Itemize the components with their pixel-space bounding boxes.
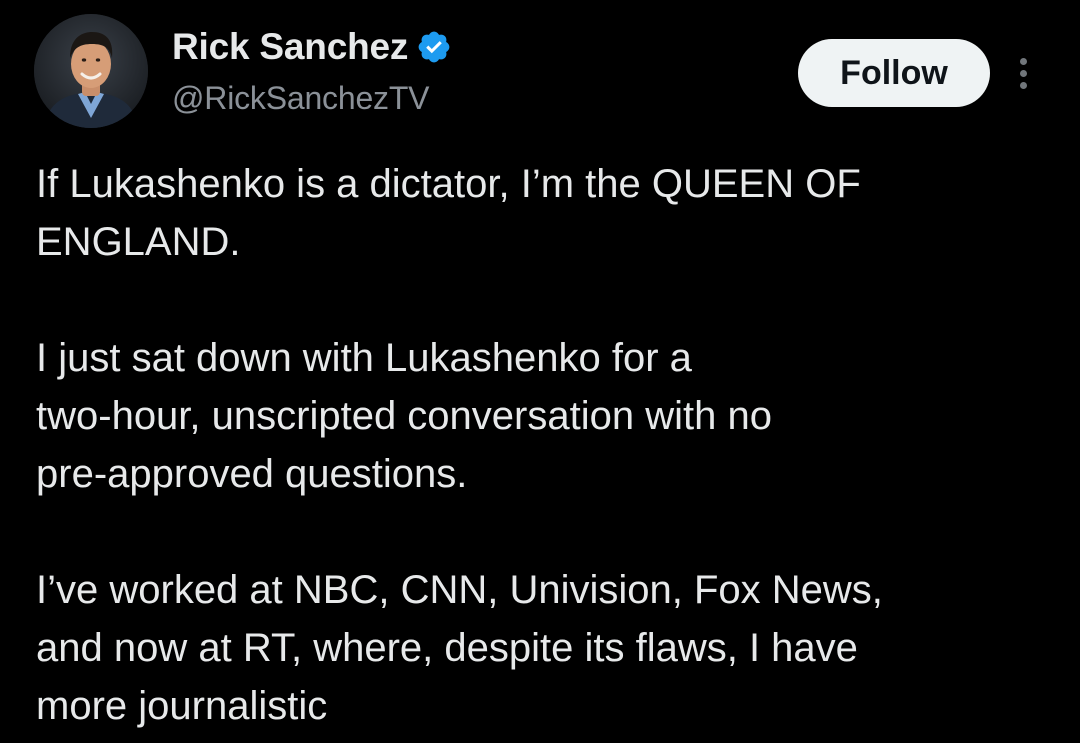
more-options-icon[interactable] xyxy=(1008,50,1038,96)
author-handle[interactable]: @RickSanchezTV xyxy=(172,80,452,117)
follow-button[interactable]: Follow xyxy=(798,39,990,107)
author-identity: Rick Sanchez @RickSanchezTV xyxy=(172,24,452,117)
more-dot xyxy=(1019,69,1027,77)
avatar[interactable] xyxy=(34,14,148,128)
more-dot xyxy=(1019,57,1027,65)
display-name[interactable]: Rick Sanchez xyxy=(172,26,408,68)
verified-badge-icon[interactable] xyxy=(416,29,452,65)
tweet-paragraph: I just sat down with Lukashenko for a tw… xyxy=(36,336,772,496)
tweet-text: If Lukashenko is a dictator, I’m the QUE… xyxy=(36,155,1046,735)
name-row: Rick Sanchez xyxy=(172,24,452,70)
more-dot xyxy=(1019,81,1027,89)
tweet-paragraph: I’ve worked at NBC, CNN, Univision, Fox … xyxy=(36,568,883,728)
tweet-paragraph: If Lukashenko is a dictator, I’m the QUE… xyxy=(36,162,861,264)
avatar-image xyxy=(34,14,148,128)
tweet-card: Rick Sanchez @RickSanchezTV Follow If Lu… xyxy=(0,0,1080,743)
tweet-header: Rick Sanchez @RickSanchezTV Follow xyxy=(34,14,1044,132)
